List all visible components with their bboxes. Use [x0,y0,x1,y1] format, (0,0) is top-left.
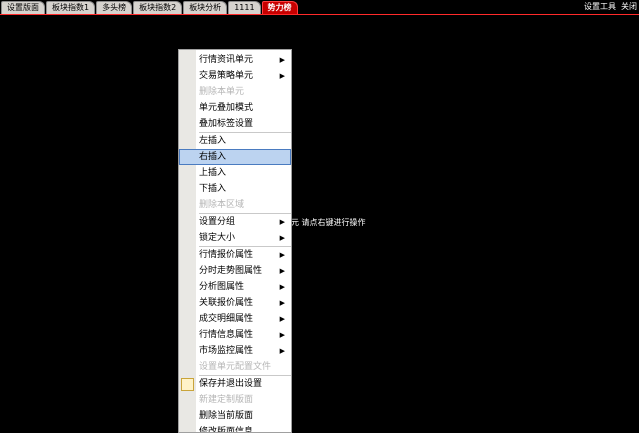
submenu-arrow-icon: ▶ [279,331,285,339]
tab-sector-index-2[interactable]: 板块指数2 [133,1,183,14]
context-menu: 行情资讯单元 ▶ 交易策略单元 ▶ 删除本单元单元叠加模式 叠加标签设置 左插入右插入上插入… [178,49,292,433]
menu-item-label: 行情信息属性 [199,330,254,340]
submenu-arrow-icon: ▶ [279,347,285,355]
menu-item-label: 左插入 [199,136,227,146]
menu-item-label: 删除当前版面 [199,411,254,421]
menu-item[interactable]: 交易策略单元 ▶ [179,68,291,84]
menu-item-label: 右插入 [199,152,227,162]
menu-item: 设置单元配置文件 [179,359,291,375]
submenu-arrow-icon: ▶ [279,251,285,259]
empty-unit-hint: 元 请点右键进行操作 [291,218,366,227]
tab-layout-settings[interactable]: 设置版面 [1,1,45,14]
menu-item-label: 市场监控属性 [199,346,254,356]
menu-item-label: 修改版面信息 [199,427,254,433]
submenu-arrow-icon: ▶ [279,283,285,291]
menu-item[interactable]: 成交明细属性 ▶ [179,311,291,327]
menu-item[interactable]: 叠加标签设置 [179,116,291,132]
menu-item-label: 关联报价属性 [199,298,254,308]
submenu-arrow-icon: ▶ [279,234,285,242]
menu-item-label: 删除本单元 [199,87,245,97]
menu-item-label: 行情报价属性 [199,250,254,260]
submenu-arrow-icon: ▶ [279,72,285,80]
menu-item[interactable]: 单元叠加模式 [179,100,291,116]
menu-item-label: 新建定制版面 [199,395,254,405]
menu-item: 删除本单元 [179,84,291,100]
menu-item[interactable]: 设置分组 ▶ [179,214,291,230]
menu-item[interactable]: 分析图属性 ▶ [179,279,291,295]
menu-item[interactable]: 行情信息属性 ▶ [179,327,291,343]
calendar-icon [181,378,194,391]
menu-item-label: 保存并退出设置 [199,379,263,389]
menu-item[interactable]: 市场监控属性 ▶ [179,343,291,359]
menu-item-label: 下插入 [199,184,227,194]
submenu-arrow-icon: ▶ [279,299,285,307]
menu-item[interactable]: 下插入 [179,181,291,197]
menu-item[interactable]: 行情资讯单元 ▶ [179,52,291,68]
menu-item-label: 单元叠加模式 [199,103,254,113]
settings-tools-button[interactable]: 设置工具 [584,1,616,13]
menu-item-label: 锁定大小 [199,233,236,243]
menu-item[interactable]: 右插入 [179,149,291,165]
submenu-arrow-icon: ▶ [279,218,285,226]
tab-bull-list[interactable]: 多头榜 [96,1,133,14]
menu-item-label: 分析图属性 [199,282,245,292]
menu-item-label: 上插入 [199,168,227,178]
tab-bar: 设置版面 板块指数1 多头榜 板块指数2 板块分析 1111 势力榜 设置工具 … [0,0,639,15]
submenu-arrow-icon: ▶ [279,56,285,64]
menu-item-label: 成交明细属性 [199,314,254,324]
menu-item[interactable]: 保存并退出设置 [179,376,291,392]
menu-items: 行情资讯单元 ▶ 交易策略单元 ▶ 删除本单元单元叠加模式 叠加标签设置 左插入右插入上插入… [179,52,291,433]
menu-item: 新建定制版面 [179,392,291,408]
menu-item[interactable]: 上插入 [179,165,291,181]
menu-item[interactable]: 行情报价属性 ▶ [179,247,291,263]
tab-power-list[interactable]: 势力榜 [261,1,298,14]
menu-item-label: 行情资讯单元 [199,55,254,65]
menu-item[interactable]: 修改版面信息 [179,424,291,433]
menu-item[interactable]: 锁定大小 ▶ [179,230,291,246]
tab-sector-index-1[interactable]: 板块指数1 [46,1,96,14]
menu-item[interactable]: 分时走势图属性 ▶ [179,263,291,279]
menu-item-label: 设置分组 [199,217,236,227]
close-button[interactable]: 关闭 [621,1,637,13]
menu-item-label: 删除本区域 [199,200,245,210]
menu-item-label: 设置单元配置文件 [199,362,272,372]
menu-item[interactable]: 左插入 [179,133,291,149]
submenu-arrow-icon: ▶ [279,315,285,323]
tab-list: 设置版面 板块指数1 多头榜 板块指数2 板块分析 1111 势力榜 [1,1,299,14]
tab-sector-analysis[interactable]: 板块分析 [183,1,228,14]
toolbar-right: 设置工具 关闭 [584,1,637,13]
menu-item-label: 叠加标签设置 [199,119,254,129]
menu-item[interactable]: 关联报价属性 ▶ [179,295,291,311]
submenu-arrow-icon: ▶ [279,267,285,275]
menu-item: 删除本区域 [179,197,291,213]
menu-item[interactable]: 删除当前版面 [179,408,291,424]
tab-1111[interactable]: 1111 [228,1,261,14]
menu-item-label: 交易策略单元 [199,71,254,81]
menu-item-label: 分时走势图属性 [199,266,263,276]
